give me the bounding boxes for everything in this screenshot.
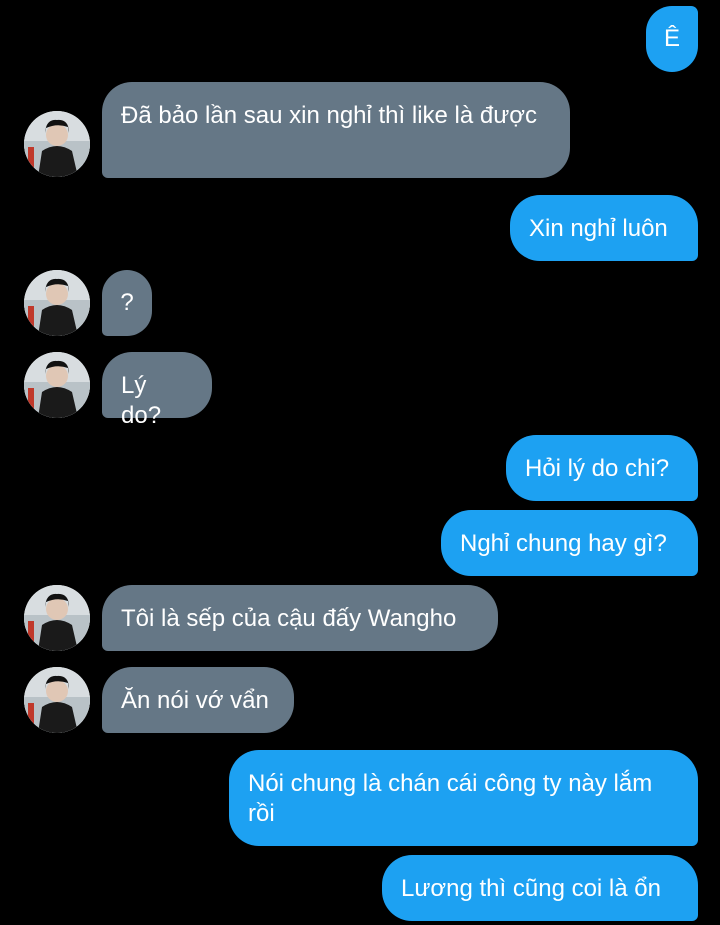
avatar[interactable] — [24, 270, 90, 336]
message-bubble-outgoing[interactable]: Xin nghỉ luôn — [510, 195, 698, 261]
message-bubble-incoming[interactable]: ? — [102, 270, 152, 336]
message-bubble-incoming[interactable]: Ăn nói vớ vẩn — [102, 667, 294, 733]
message-bubble-outgoing[interactable]: Nghỉ chung hay gì? — [441, 510, 698, 576]
avatar[interactable] — [24, 111, 90, 177]
avatar[interactable] — [24, 352, 90, 418]
message-bubble-outgoing[interactable]: Ê — [646, 6, 698, 72]
message-bubble-outgoing[interactable]: Lương thì cũng coi là ổn — [382, 855, 698, 921]
message-bubble-incoming[interactable]: Tôi là sếp của cậu đấy Wangho — [102, 585, 498, 651]
avatar[interactable] — [24, 667, 90, 733]
message-bubble-incoming[interactable]: Lý do? — [102, 352, 212, 429]
message-bubble-incoming[interactable]: Đã bảo lần sau xin nghỉ thì like là được — [102, 82, 570, 178]
message-bubble-outgoing[interactable]: Hỏi lý do chi? — [506, 435, 698, 501]
message-bubble-outgoing[interactable]: Nói chung là chán cái công ty này lắm rồ… — [229, 750, 698, 846]
avatar[interactable] — [24, 585, 90, 651]
